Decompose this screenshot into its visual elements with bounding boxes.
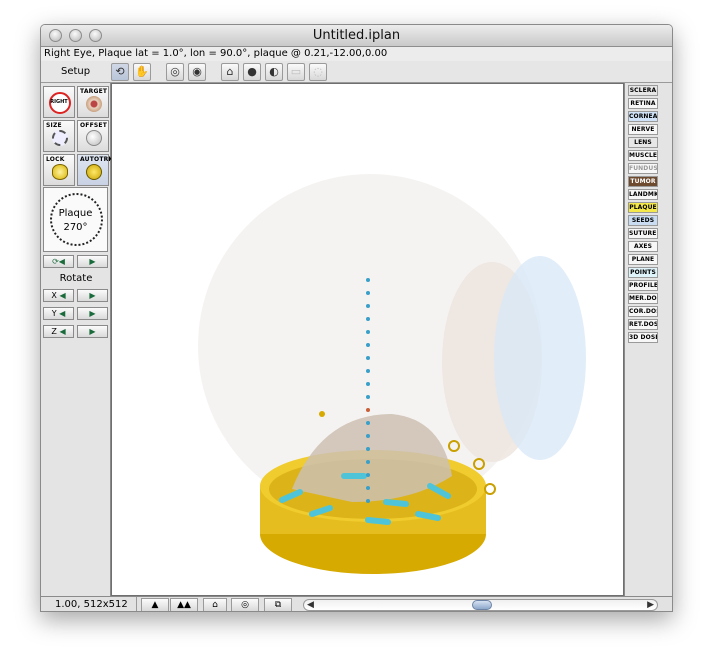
layer-toggle-points[interactable]: POINTS [628, 267, 658, 278]
layer-toggle-landmk[interactable]: LANDMK [628, 189, 658, 200]
autotrack-button[interactable]: AUTOTRK [77, 154, 113, 186]
target-button[interactable]: TARGET [77, 86, 109, 118]
rotate-forward-button[interactable]: ▶ [77, 255, 108, 268]
layer-toggle-retina[interactable]: RETINA [628, 98, 658, 109]
hand-tool-icon[interactable]: ✋ [133, 63, 151, 81]
app-window: Untitled.iplan Right Eye, Plaque lat = 1… [40, 24, 673, 612]
size-icon [52, 130, 68, 146]
layer-toggle-mer-dose[interactable]: MER.DOSE [628, 293, 658, 304]
layer-toggle-lens[interactable]: LENS [628, 137, 658, 148]
plaque-status-icon[interactable]: ◎ [231, 598, 259, 611]
right-label: RIGHT [50, 99, 68, 105]
setup-label: Setup [61, 66, 91, 77]
eye-plaque-render [198, 174, 586, 574]
mountain-small-icon[interactable]: ▲ [141, 598, 169, 611]
3d-eye-viewport[interactable] [111, 83, 624, 596]
view-yellow-icon[interactable]: ● [243, 63, 261, 81]
offset-label: OFFSET [80, 122, 108, 129]
layer-toggle-muscle[interactable]: MUSCLE [628, 150, 658, 161]
layer-toggle-ret-dose[interactable]: RET.DOSE [628, 319, 658, 330]
arrow-tool-icon[interactable]: ⟲ [111, 63, 129, 81]
size-label: SIZE [46, 122, 62, 129]
layer-toggle-sutures[interactable]: SUTURES [628, 228, 658, 239]
view-half-icon[interactable]: ◐ [265, 63, 283, 81]
target-label: TARGET [80, 88, 108, 95]
scroll-left-icon[interactable]: ◀ [307, 600, 314, 610]
plaque-info-text: Right Eye, Plaque lat = 1.0°, lon = 90.0… [41, 47, 672, 61]
rotate-y-minus-button[interactable]: Y ◀ [43, 307, 74, 320]
copy-view-icon[interactable]: ⧉ [264, 598, 292, 611]
layer-toggle-profile[interactable]: PROFILE [628, 280, 658, 291]
autotrack-label: AUTOTRK [80, 156, 114, 163]
offset-icon [86, 130, 102, 146]
layer-toggle-seeds[interactable]: SEEDS [628, 215, 658, 226]
size-button[interactable]: SIZE [43, 120, 75, 152]
right-eye-button[interactable]: RIGHT [43, 86, 75, 118]
rotate-x-minus-button[interactable]: X ◀ [43, 289, 74, 302]
layer-toggle-3d-dose[interactable]: 3D DOSE [628, 332, 658, 343]
scroll-thumb[interactable] [472, 600, 492, 610]
cornea-shape [494, 256, 586, 460]
rotate-z-minus-button[interactable]: Z ◀ [43, 325, 74, 338]
layer-toggle-tumor[interactable]: TUMOR [628, 176, 658, 187]
landmark-dot [319, 411, 325, 417]
layer-toggle-cornea[interactable]: CORNEA [628, 111, 658, 122]
view-disabled-icon[interactable]: ▭ [287, 63, 305, 81]
view-disabled-2-icon[interactable]: ◌ [309, 63, 327, 81]
zoom-out-icon[interactable]: ◎ [166, 63, 184, 81]
rotate-label: Rotate [59, 273, 93, 284]
layer-toggle-plaque[interactable]: PLAQUE [628, 202, 658, 213]
dial-title: Plaque [58, 208, 93, 219]
plaque-rotation-dial[interactable]: Plaque 270° [43, 187, 108, 252]
layer-toggle-fundus[interactable]: FUNDUS [628, 163, 658, 174]
lock-icon [52, 164, 68, 180]
offset-button[interactable]: OFFSET [77, 120, 109, 152]
dial-value: 270° [63, 222, 88, 233]
mountain-large-icon[interactable]: ▲▲ [170, 598, 198, 611]
layer-toggle-plane[interactable]: PLANE [628, 254, 658, 265]
zoom-in-icon[interactable]: ◉ [188, 63, 206, 81]
layer-toggle-nerve[interactable]: NERVE [628, 124, 658, 135]
window-title: Untitled.iplan [312, 28, 401, 43]
dial-ring [50, 193, 103, 246]
rotate-y-plus-button[interactable]: ▶ [77, 307, 108, 320]
layer-toggle-cor-dose[interactable]: COR.DOSE [628, 306, 658, 317]
rotate-x-plus-button[interactable]: ▶ [77, 289, 108, 302]
lock-button[interactable]: LOCK [43, 154, 75, 186]
toolbar: Setup ⟲ ✋ ◎ ◉ ⌂ ● ◐ ▭ ◌ [41, 61, 672, 83]
layer-toggle-panel: SCLERA RETINA CORNEA NERVE LENS MUSCLE FUNDUS T… [624, 83, 672, 596]
horizontal-scrollbar[interactable]: ◀ ▶ [303, 599, 658, 611]
scroll-right-icon[interactable]: ▶ [647, 600, 654, 610]
rotate-reset-button[interactable]: ⟳◀ [43, 255, 74, 268]
suture-eyelet-3 [484, 483, 496, 495]
layer-toggle-sclera[interactable]: SCLERA [628, 85, 658, 96]
left-control-panel: RIGHT TARGET SIZE OFFSET LOCK AUTOTRK Pl… [41, 83, 113, 596]
title-bar[interactable]: Untitled.iplan [41, 25, 672, 47]
home-status-icon[interactable]: ⌂ [203, 598, 227, 611]
rotate-z-plus-button[interactable]: ▶ [77, 325, 108, 338]
home-view-icon[interactable]: ⌂ [221, 63, 239, 81]
status-bar: 1.00, 512x512 ▲ ▲▲ ⌂ ◎ ⧉ ◀ ▶ [41, 596, 672, 611]
lock-label: LOCK [46, 156, 65, 163]
autotrack-icon [86, 164, 102, 180]
target-icon [86, 96, 102, 112]
zoom-resolution-text: 1.00, 512x512 [43, 597, 137, 611]
layer-toggle-axes[interactable]: AXES [628, 241, 658, 252]
